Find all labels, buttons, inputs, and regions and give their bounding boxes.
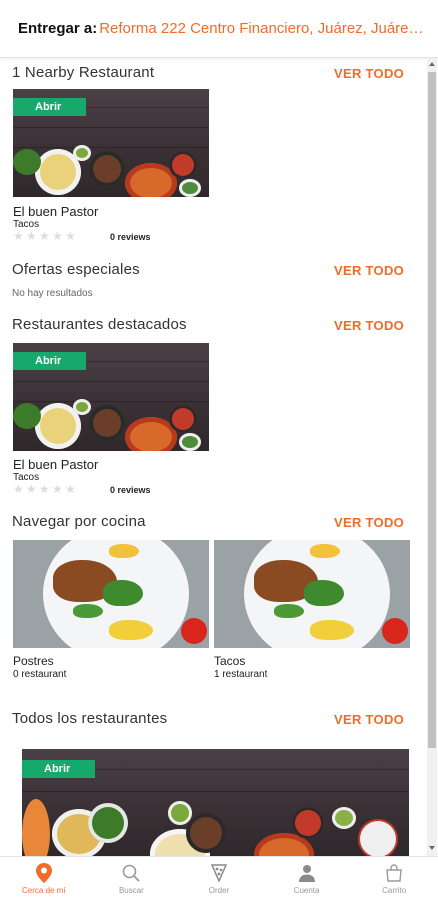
scroll-down-arrow-icon[interactable] <box>429 846 435 850</box>
restaurant-image[interactable]: Abrir <box>13 89 209 197</box>
star-icon: ★ <box>13 482 24 496</box>
order-icon <box>209 863 229 883</box>
section-title-cuisine: Navegar por cocina <box>12 513 146 530</box>
star-icon: ★ <box>13 229 24 243</box>
cuisine-image[interactable] <box>13 540 209 648</box>
open-badge: Abrir <box>22 760 95 778</box>
see-all-offers-button[interactable]: VER TODO <box>334 263 404 278</box>
see-all-featured-button[interactable]: VER TODO <box>334 318 404 333</box>
delivery-label: Entregar a: <box>18 20 98 37</box>
section-title-offers: Ofertas especiales <box>12 261 140 278</box>
empty-results-text: No hay resultados <box>12 288 93 299</box>
review-count: 0 reviews <box>110 485 151 495</box>
star-icon: ★ <box>52 229 63 243</box>
cuisine-image[interactable] <box>214 540 410 648</box>
cuisine-restaurant-count: 0 restaurant <box>13 669 67 680</box>
rating-stars: ★ ★ ★ ★ ★ <box>13 482 76 496</box>
account-icon <box>297 863 317 883</box>
nav-nearby[interactable]: Cerca de mí <box>0 857 88 900</box>
see-all-restaurants-button[interactable]: VER TODO <box>334 712 404 727</box>
star-icon: ★ <box>65 229 76 243</box>
star-icon: ★ <box>65 482 76 496</box>
see-all-cuisine-button[interactable]: VER TODO <box>334 515 404 530</box>
nav-label: Order <box>208 886 230 895</box>
restaurant-image[interactable]: Abrir <box>22 749 409 856</box>
scrollbar-thumb[interactable] <box>428 72 436 748</box>
nav-label: Buscar <box>118 886 144 895</box>
scroll-up-arrow-icon[interactable] <box>429 62 435 66</box>
restaurant-name[interactable]: El buen Pastor <box>13 204 98 219</box>
open-badge: Abrir <box>13 352 86 370</box>
nav-search[interactable]: Buscar <box>88 857 176 900</box>
see-all-nearby-button[interactable]: VER TODO <box>334 66 404 81</box>
star-icon: ★ <box>26 229 37 243</box>
rating-stars: ★ ★ ★ ★ ★ <box>13 229 76 243</box>
section-title-nearby: 1 Nearby Restaurant <box>12 64 155 81</box>
nav-order[interactable]: Order <box>175 857 263 900</box>
restaurant-name[interactable]: El buen Pastor <box>13 457 98 472</box>
cuisine-restaurant-count: 1 restaurant <box>214 669 268 680</box>
restaurant-image[interactable]: Abrir <box>13 343 209 451</box>
open-badge: Abrir <box>13 98 86 116</box>
review-count: 0 reviews <box>110 232 151 242</box>
star-icon: ★ <box>26 482 37 496</box>
delivery-address-bar[interactable]: Entregar a: Reforma 222 Centro Financier… <box>0 0 438 58</box>
cuisine-name[interactable]: Tacos <box>214 654 245 668</box>
star-icon: ★ <box>39 482 50 496</box>
section-title-featured: Restaurantes destacados <box>12 316 187 333</box>
cart-icon <box>384 863 404 883</box>
bottom-navigation: Cerca de mí Buscar Order Cuenta Carrito <box>0 856 438 900</box>
location-pin-icon <box>34 863 54 883</box>
search-icon <box>121 863 141 883</box>
nav-label: Carrito <box>382 886 407 895</box>
nav-label: Cuenta <box>293 886 320 895</box>
star-icon: ★ <box>39 229 50 243</box>
delivery-address[interactable]: Reforma 222 Centro Financiero, Juárez, J… <box>99 20 427 37</box>
nav-cart[interactable]: Carrito <box>350 857 438 900</box>
nav-label: Cerca de mí <box>22 886 66 895</box>
nav-account[interactable]: Cuenta <box>263 857 351 900</box>
star-icon: ★ <box>52 482 63 496</box>
home-feed[interactable]: 1 Nearby Restaurant VER TODO Abrir El bu… <box>0 58 438 856</box>
cuisine-name[interactable]: Postres <box>13 654 54 668</box>
section-title-all: Todos los restaurantes <box>12 710 168 727</box>
